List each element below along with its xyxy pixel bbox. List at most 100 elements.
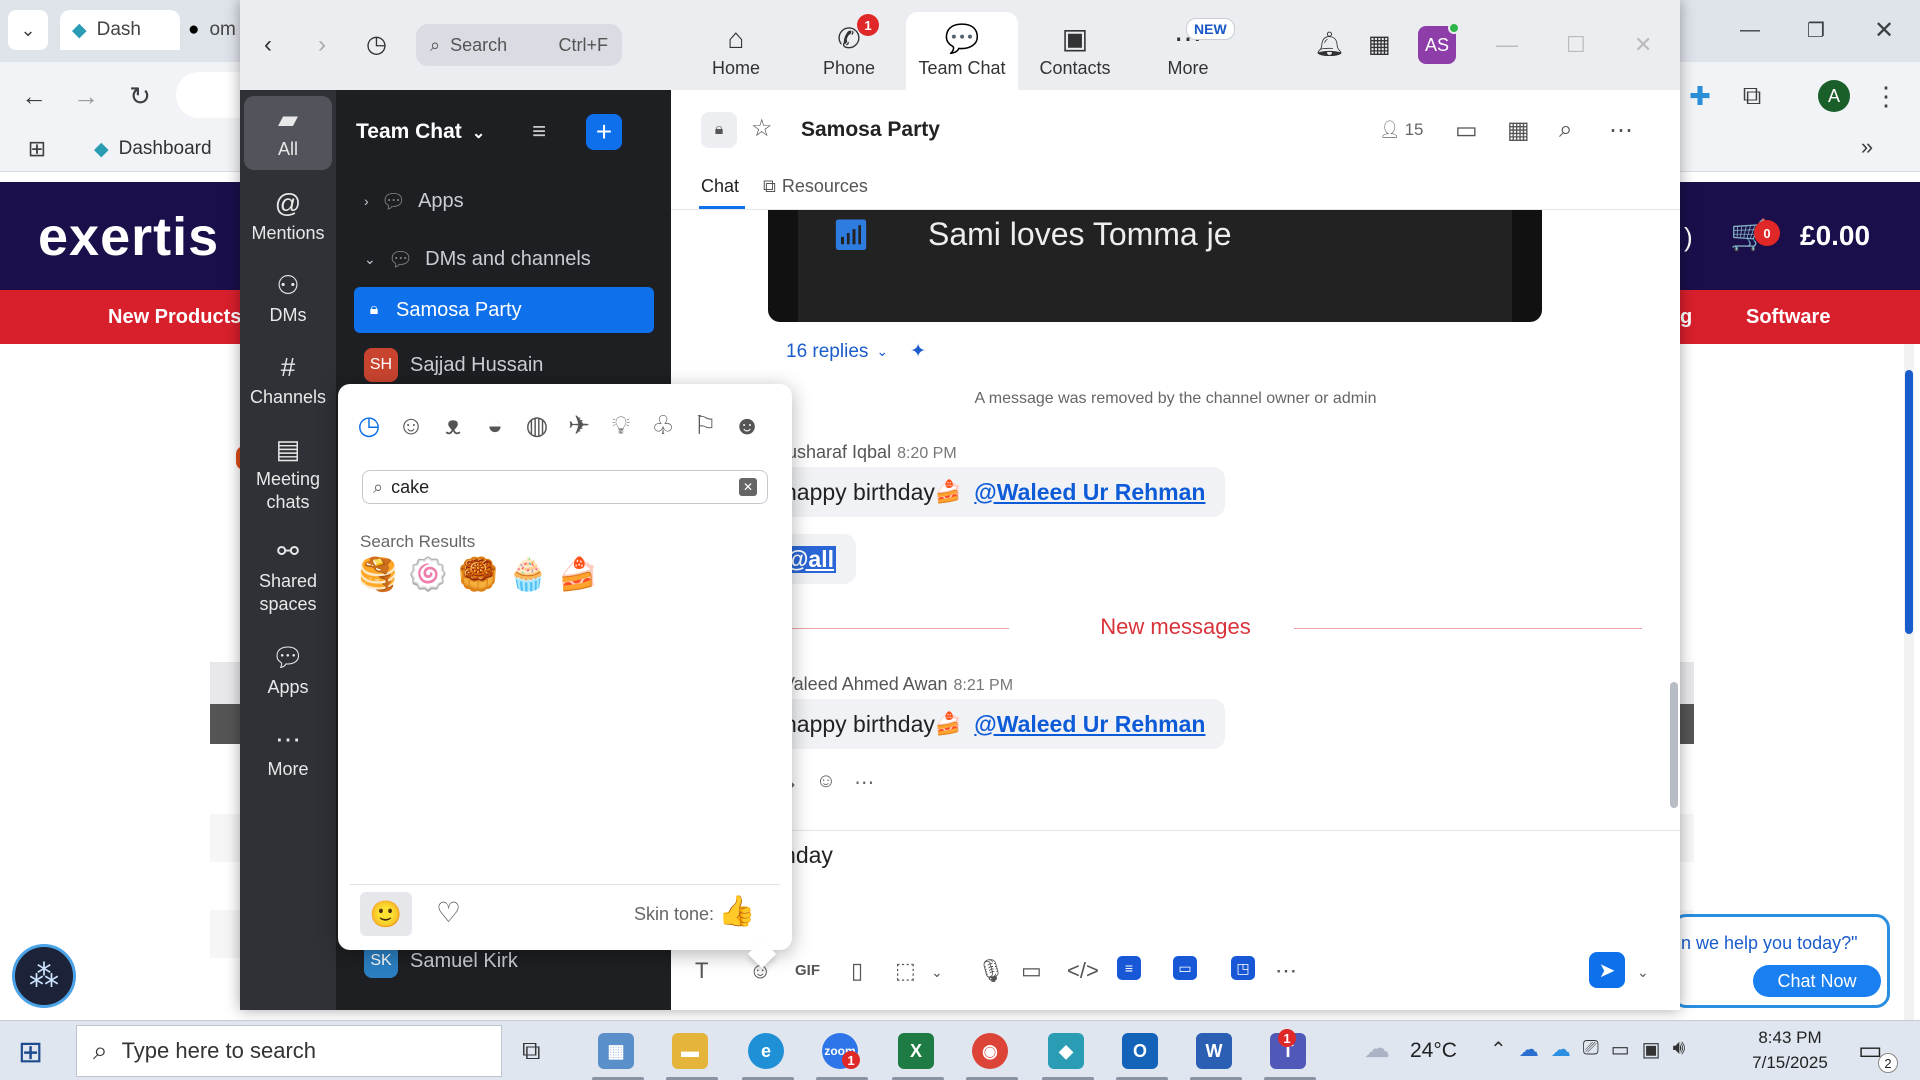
onedrive-icon[interactable]: ☁ bbox=[1519, 1037, 1539, 1062]
close-icon[interactable]: ✕ bbox=[1634, 30, 1652, 60]
rail-channels[interactable]: # Channels bbox=[244, 352, 332, 409]
onedrive-icon[interactable]: ☁ bbox=[1551, 1037, 1571, 1062]
emoji-result[interactable]: 🧁 bbox=[508, 554, 548, 594]
extension-icon[interactable]: ✚ bbox=[1680, 76, 1720, 116]
excel-icon[interactable]: X bbox=[898, 1033, 934, 1069]
recent-icon[interactable]: ◷ bbox=[354, 410, 384, 441]
member-count[interactable]: 👤︎ 15 bbox=[1379, 120, 1424, 140]
accessibility-widget-icon[interactable]: ⁂ bbox=[12, 944, 76, 1008]
image-attachment[interactable]: 📶︎ Sami loves Tomma je bbox=[768, 210, 1542, 322]
skin-tone-selector[interactable]: 👍 bbox=[718, 894, 755, 929]
travel-icon[interactable]: ✈ bbox=[564, 410, 594, 441]
send-button[interactable]: ➤ bbox=[1589, 952, 1625, 988]
close-icon[interactable]: ✕ bbox=[1864, 10, 1904, 50]
gif-icon[interactable]: GIF bbox=[795, 962, 820, 979]
display-icon[interactable]: ▣ bbox=[1642, 1037, 1661, 1062]
chat-scrollbar[interactable] bbox=[1669, 210, 1679, 918]
emoji-result[interactable]: 🍥 bbox=[408, 554, 448, 594]
rail-more[interactable]: ⋯ More bbox=[244, 724, 332, 781]
mention-link[interactable]: @Waleed Ur Rehman bbox=[974, 711, 1205, 738]
battery-icon[interactable]: ▭ bbox=[1611, 1037, 1630, 1062]
forward-icon[interactable]: → bbox=[66, 76, 106, 116]
chevron-down-icon[interactable]: ⌄ bbox=[931, 964, 943, 981]
channel-title[interactable]: Samosa Party bbox=[801, 118, 940, 142]
file-explorer-icon[interactable]: ▬ bbox=[672, 1033, 708, 1069]
rail-shared-spaces[interactable]: ⚯ Shared spaces bbox=[244, 536, 332, 616]
taskbar-search[interactable]: ⌕ Type here to search bbox=[76, 1025, 502, 1077]
browser-tab[interactable]: ● om bbox=[176, 10, 246, 50]
nav-partial[interactable]: g bbox=[1680, 306, 1692, 329]
emoji-search-input[interactable]: ⌕ cake ✕ bbox=[362, 470, 768, 504]
animal-icon[interactable]: ᴥ bbox=[438, 410, 468, 441]
rail-all[interactable]: ▰ All bbox=[244, 96, 332, 170]
restore-icon[interactable]: ❐ bbox=[1796, 10, 1836, 50]
network-warning-icon[interactable]: ⎚ bbox=[1583, 1037, 1599, 1062]
weather-temp[interactable]: 24°C bbox=[1410, 1039, 1457, 1063]
tab-search-icon[interactable]: ⌄ bbox=[8, 10, 48, 50]
message-bubble[interactable]: happy birthday 🍰 @Waleed Ur Rehman bbox=[772, 699, 1226, 749]
scrollbar-thumb[interactable] bbox=[1670, 682, 1678, 808]
bookmark-dashboard[interactable]: ◆ Dashboard bbox=[94, 138, 212, 161]
emoji-tab[interactable]: 🙂 bbox=[360, 892, 412, 936]
edge-icon[interactable]: e bbox=[748, 1033, 784, 1069]
chevron-right-double-icon[interactable]: » bbox=[1852, 132, 1882, 162]
profile-avatar[interactable]: A bbox=[1818, 80, 1850, 112]
message-bubble[interactable]: happy birthday 🍰 @Waleed Ur Rehman bbox=[772, 467, 1226, 517]
chevron-up-icon[interactable]: ⌃ bbox=[1490, 1037, 1507, 1062]
symbols-icon[interactable]: ♧ bbox=[648, 410, 678, 441]
video-icon[interactable]: ▭ bbox=[1455, 116, 1478, 145]
site-logo[interactable]: exertis bbox=[38, 206, 219, 268]
custom-emoji-icon[interactable]: ☻ bbox=[732, 410, 762, 441]
nav-software[interactable]: Software bbox=[1746, 306, 1830, 329]
notes-app-icon[interactable]: ◳ bbox=[1231, 956, 1255, 980]
objects-icon[interactable]: 💡︎ bbox=[606, 410, 636, 442]
code-icon[interactable]: </> bbox=[1067, 958, 1099, 984]
weather-icon[interactable]: ☁ bbox=[1364, 1033, 1390, 1064]
chat-now-button[interactable]: Chat Now bbox=[1753, 965, 1881, 997]
star-icon[interactable]: ☆ bbox=[751, 114, 773, 143]
calculator-icon[interactable]: ▦ bbox=[598, 1033, 634, 1069]
task-view-icon[interactable]: ⧉ bbox=[522, 1035, 541, 1067]
reload-icon[interactable]: ↻ bbox=[120, 76, 160, 116]
calendar-icon[interactable]: ▦ bbox=[1507, 116, 1530, 145]
favorites-heart-icon[interactable]: ♡ bbox=[436, 896, 461, 929]
chrome-icon[interactable]: ◉ bbox=[972, 1033, 1008, 1069]
emoji-result[interactable]: 🥮 bbox=[458, 554, 498, 594]
emoji-result[interactable]: 🥞 bbox=[358, 554, 398, 594]
filter-icon[interactable]: ≡ bbox=[532, 118, 546, 146]
file-icon[interactable]: ▯ bbox=[851, 958, 863, 984]
activity-icon[interactable]: ◍ bbox=[522, 410, 552, 441]
rail-dms[interactable]: ⚇ DMs bbox=[244, 270, 332, 327]
history-icon[interactable]: ◷ bbox=[366, 30, 387, 60]
windows-start-icon[interactable]: ⊞ bbox=[18, 1035, 43, 1070]
browser-tab[interactable]: ◆ Dash bbox=[60, 10, 180, 50]
calendar-icon[interactable]: ▦ bbox=[1368, 30, 1391, 60]
docs-app-icon[interactable]: ≡ bbox=[1117, 956, 1141, 980]
chevron-down-icon[interactable]: ⌄ bbox=[1637, 964, 1649, 981]
search-input[interactable]: ⌕ Search Ctrl+F bbox=[416, 24, 622, 66]
mention-link[interactable]: @Waleed Ur Rehman bbox=[974, 479, 1205, 506]
emoji-result[interactable]: 🍰 bbox=[558, 554, 598, 594]
nav-new-products[interactable]: New Products bbox=[108, 306, 241, 329]
word-icon[interactable]: W bbox=[1196, 1033, 1232, 1069]
smiley-icon[interactable]: ☺ bbox=[396, 410, 426, 441]
search-icon[interactable]: ⌕ bbox=[1559, 116, 1572, 144]
tab-phone[interactable]: ✆ Phone 1 bbox=[793, 12, 905, 90]
more-icon[interactable]: ⋯ bbox=[1275, 958, 1297, 984]
video-message-icon[interactable]: ▭ bbox=[1021, 958, 1042, 984]
maximize-icon[interactable]: ☐ bbox=[1566, 30, 1586, 60]
address-bar[interactable] bbox=[176, 72, 240, 118]
format-text-icon[interactable]: T bbox=[695, 958, 708, 984]
minimize-icon[interactable]: — bbox=[1730, 10, 1770, 50]
dm-sajjad-hussain[interactable]: SH Sajjad Hussain bbox=[354, 342, 654, 388]
puzzle-icon[interactable]: ⧉ bbox=[1732, 76, 1772, 116]
section-dms-and-channels[interactable]: ⌄ 💬︎ DMs and channels bbox=[354, 236, 654, 282]
chat-list-title[interactable]: Team Chat ⌄ bbox=[356, 120, 485, 144]
help-chat-widget[interactable]: n we help you today?" Chat Now bbox=[1672, 914, 1890, 1008]
volume-icon[interactable]: 🔊︎ bbox=[1673, 1037, 1686, 1062]
menu-icon[interactable]: ⋮ bbox=[1866, 76, 1906, 116]
bell-icon[interactable]: 🔔︎ bbox=[1314, 30, 1344, 60]
food-icon[interactable]: ◒ bbox=[480, 410, 510, 441]
replies-link[interactable]: 16 replies ⌄ ✦ bbox=[786, 340, 926, 363]
tab-resources[interactable]: ⧉ Resources bbox=[763, 176, 868, 197]
